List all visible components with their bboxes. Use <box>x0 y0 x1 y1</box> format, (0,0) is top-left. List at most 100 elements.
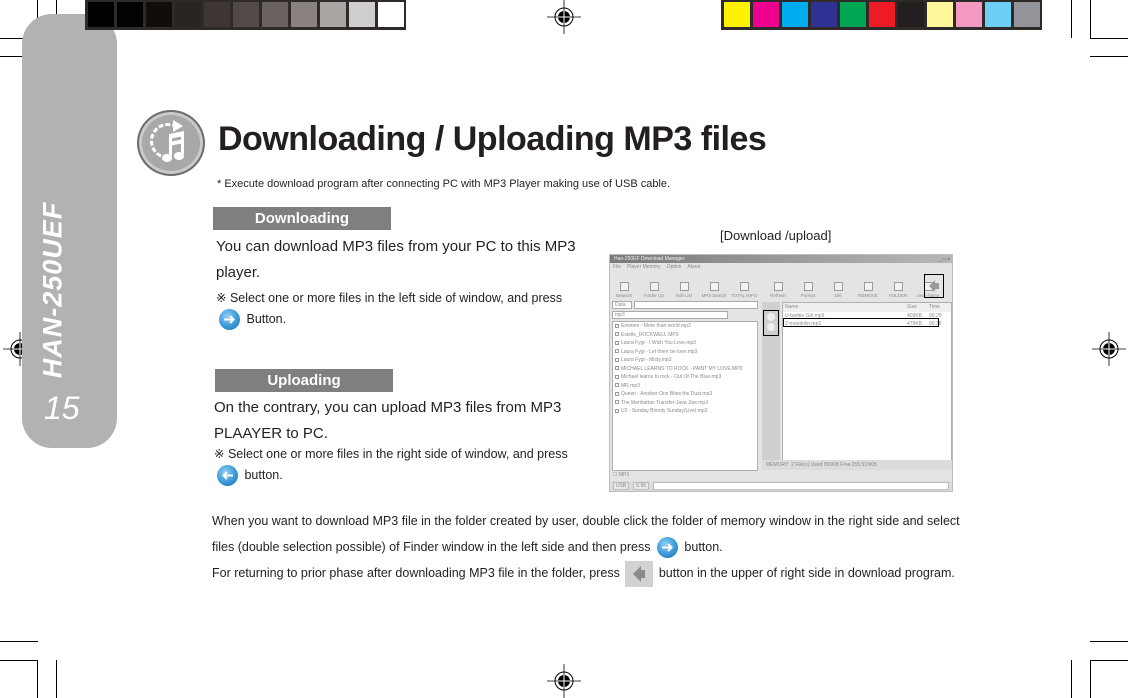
column-size[interactable]: Size <box>907 303 929 312</box>
grayscale-swatch <box>320 2 346 27</box>
menu-option[interactable]: Option <box>667 263 682 271</box>
process-color-swatch <box>753 2 779 27</box>
finder-file-item[interactable]: Eminem - More than world.mp3 <box>613 322 757 331</box>
menu-player-memory[interactable]: Player Memory <box>627 263 661 271</box>
mp3-checkbox-label: MP3 <box>618 472 630 478</box>
file-name: Laura Fygi - Let there be love.mp3 <box>621 348 698 355</box>
toolbar-total-info[interactable]: TOTAL INFO <box>731 282 757 298</box>
grayscale-swatch <box>262 2 288 27</box>
uploading-note: ※ Select one or more files in the right … <box>214 444 579 487</box>
toolbar-network[interactable]: Network <box>612 282 636 298</box>
note-text-end: Button. <box>246 312 287 326</box>
finder-file-item[interactable]: Laura Fygi - Let there be love.mp3 <box>613 348 757 357</box>
process-color-swatch <box>840 2 866 27</box>
download-manager-window: Han-250EF Download Manager _ □ × File Pl… <box>609 254 953 492</box>
right-arrow-button-icon <box>656 537 678 559</box>
side-tab <box>22 14 117 448</box>
toolbar-edit-list[interactable]: Edit List <box>672 282 696 298</box>
transfer-button-bar <box>762 302 780 470</box>
finder-file-item[interactable]: Queen - Another One Bites the Dust.mp3 <box>613 390 757 399</box>
memory-file-list[interactable]: Name Size Time U-barbie Girl.mp3 409KB 00:… <box>782 302 952 470</box>
download-button[interactable] <box>767 313 775 321</box>
crop-mark <box>1090 641 1128 642</box>
path-input[interactable] <box>634 301 758 309</box>
toolbar-label: Edit List <box>675 293 692 298</box>
mp3-file-icon <box>615 323 619 328</box>
upload-button[interactable] <box>767 323 775 331</box>
crop-mark <box>1090 660 1091 698</box>
note-text: Select one or more files in the right si… <box>227 447 568 461</box>
process-color-swatch <box>782 2 808 27</box>
mp3-file-icon <box>615 374 619 379</box>
finder-file-item[interactable]: Laura Fygi - Misty.mp3 <box>613 356 757 365</box>
finder-file-item[interactable]: U2 - Sunday Bloody Sunday(Live).mp3 <box>613 407 757 416</box>
mp3-file-icon <box>615 391 619 396</box>
drive-selector[interactable]: Data <box>612 301 632 309</box>
finder-file-item[interactable]: The Manhattan Transfer-Java Jive.mp3 <box>613 399 757 408</box>
grayscale-color-bar <box>85 0 406 30</box>
finder-file-item[interactable]: Laura Fygi - I Wish You Love.mp3 <box>613 339 757 348</box>
toolbar-folder-up[interactable]: Folder Up <box>642 282 666 298</box>
grayscale-swatch <box>175 2 201 27</box>
uploading-heading: Uploading <box>215 369 393 392</box>
delete-icon <box>833 282 843 291</box>
memory-status: MEMORY 2 File(s) Used 955KB Free 255,519… <box>762 460 952 470</box>
process-color-bar <box>721 0 1042 30</box>
note-mark: ※ <box>216 291 227 305</box>
toolbar-format[interactable]: Format <box>796 282 820 298</box>
page-number: 15 <box>44 390 80 426</box>
mp3-file-icon <box>615 340 619 345</box>
column-name[interactable]: Name <box>785 303 907 312</box>
file-name: MICHAEL LEARNS TO ROCK - PAINT MY LOVE.M… <box>621 365 743 372</box>
instruction-text: For returning to prior phase after downl… <box>212 566 620 580</box>
toolbar-label: FOLDER <box>888 293 908 298</box>
crop-mark <box>56 660 57 698</box>
toolbar-label: Format <box>800 293 816 298</box>
info-icon <box>739 282 749 291</box>
toolbar-folder[interactable]: FOLDER <box>886 282 910 298</box>
grayscale-swatch <box>378 2 404 27</box>
process-color-swatch <box>956 2 982 27</box>
finder-file-item[interactable]: MR.mp3 <box>613 382 757 391</box>
crop-mark <box>1090 0 1091 38</box>
toolbar-del[interactable]: Del <box>826 282 850 298</box>
search-icon <box>709 282 719 291</box>
toolbar-mp3-search[interactable]: MP3 Search <box>702 282 726 298</box>
refresh-icon <box>773 282 783 291</box>
grayscale-swatch <box>204 2 230 27</box>
finder-file-list[interactable]: Eminem - More than world.mp3 Estelle_ROCK… <box>612 321 758 471</box>
process-color-swatch <box>1014 2 1040 27</box>
column-time[interactable]: Time <box>929 303 951 312</box>
registration-mark <box>1092 332 1126 366</box>
process-color-swatch <box>985 2 1011 27</box>
process-color-swatch <box>811 2 837 27</box>
file-name: Laura Fygi - I Wish You Love.mp3 <box>621 340 697 346</box>
mp3-file-icon <box>615 408 619 413</box>
grayscale-swatch <box>233 2 259 27</box>
window-controls[interactable]: _ □ × <box>939 256 951 264</box>
finder-file-item[interactable]: Estelle_ROCKWELL.MP3 <box>613 331 757 340</box>
mp3-file-icon <box>615 349 619 354</box>
folder-up-icon <box>649 282 659 291</box>
finder-file-item[interactable]: Michael learns to rock - Out Of The Blue… <box>613 373 757 382</box>
toolbar-refresh[interactable]: Refresh <box>766 282 790 298</box>
page-title: Downloading / Uploading MP3 files <box>218 120 767 158</box>
grayscale-swatch <box>349 2 375 27</box>
menu-about[interactable]: About <box>687 263 700 271</box>
network-icon <box>619 282 629 291</box>
version-indicator: 5.96 <box>633 482 650 490</box>
back-button[interactable] <box>924 274 944 298</box>
finder-file-item[interactable]: MICHAEL LEARNS TO ROCK - PAINT MY LOVE.M… <box>613 365 757 374</box>
folder-combo[interactable]: mp3 <box>612 311 728 319</box>
left-arrow-button-icon <box>217 465 238 487</box>
crop-mark <box>1090 56 1128 57</box>
crop-mark <box>37 660 38 698</box>
mp3-file-icon <box>615 366 619 371</box>
edit-list-icon <box>679 282 689 291</box>
mp3-file-icon <box>615 332 619 337</box>
menu-file[interactable]: File <box>613 263 621 271</box>
file-name: Queen - Another One Bites the Dust.mp3 <box>621 391 713 397</box>
process-color-swatch <box>869 2 895 27</box>
mp3-checkbox[interactable]: ☐ MP3 <box>613 472 629 478</box>
toolbar-remove[interactable]: REMOVE <box>856 282 880 298</box>
